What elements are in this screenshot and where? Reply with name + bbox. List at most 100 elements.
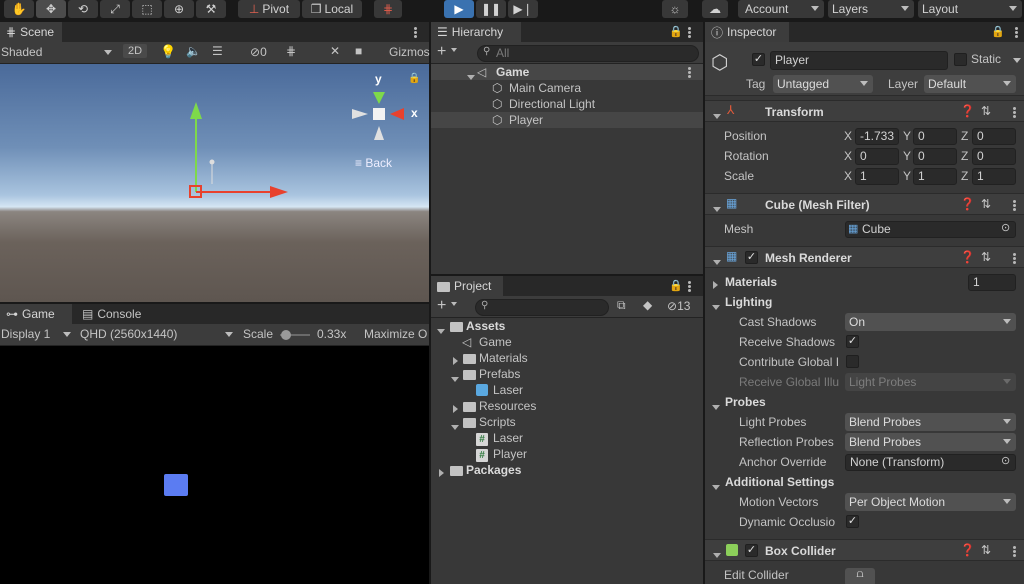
tools-icon[interactable]: ✕ [330,44,340,58]
contribute-gi-checkbox[interactable] [846,355,859,368]
materials-count-field[interactable]: 1 [968,274,1016,291]
active-checkbox[interactable]: ✓ [752,53,765,66]
scale-y-field[interactable]: 1 [913,168,957,185]
add-button[interactable]: + [437,43,446,61]
transform-header[interactable]: ⅄ Transform ❓ ⇅ [705,100,1024,122]
custom-tool-button[interactable]: ⚒ [196,0,226,18]
edit-collider-button[interactable]: ⩍ [845,568,875,584]
tree-item-player-script[interactable]: # Player [431,446,703,462]
dynamic-occlusion-checkbox[interactable]: ✓ [846,515,859,528]
2d-toggle-button[interactable]: 2D [123,44,148,58]
tab-inspector[interactable]: ⓘ Inspector [705,22,789,42]
lock-icon[interactable]: 🔒 [991,25,1005,38]
maximize-dropdown[interactable]: Maximize O [364,327,427,341]
tab-scene[interactable]: ⋕ Scene [0,22,62,42]
effects-toggle-icon[interactable]: ☰ [212,44,223,58]
add-button[interactable]: + [437,297,446,315]
y-axis-arrow[interactable] [190,102,202,119]
kebab-menu-icon[interactable] [1013,253,1016,264]
list-item[interactable]: ⬡ Main Camera [431,80,703,96]
list-item[interactable]: ⬡ Player [431,112,703,128]
reflection-probes-dropdown[interactable]: Blend Probes [845,433,1016,451]
lighting-toggle-icon[interactable]: 💡 [160,44,176,60]
hand-tool-button[interactable]: ✋ [4,0,34,18]
box-collider-enabled-checkbox[interactable]: ✓ [745,544,758,557]
scale-slider-thumb[interactable] [281,330,291,340]
services-button[interactable]: ☼ [662,0,688,18]
gizmos-dropdown[interactable]: Gizmos [389,45,430,59]
mesh-object-field[interactable]: Cube [845,221,1016,238]
mesh-renderer-enabled-checkbox[interactable]: ✓ [745,251,758,264]
cloud-button[interactable]: ☁ [702,0,728,18]
account-dropdown[interactable]: Account [738,0,824,18]
position-x-field[interactable]: -1.733 [855,128,899,145]
probes-foldout[interactable]: Probes [725,395,766,409]
lock-icon[interactable]: 🔒 [669,279,683,292]
kebab-menu-icon[interactable] [1015,27,1018,38]
tab-hierarchy[interactable]: ☰ Hierarchy [431,22,521,42]
scale-z-field[interactable]: 1 [972,168,1016,185]
scale-x-field[interactable]: 1 [855,168,899,185]
presets-icon[interactable]: ⇅ [981,250,991,264]
tree-item-resources[interactable]: Resources [431,398,703,414]
filter-by-type-icon[interactable]: ⧉ [617,298,626,313]
scene-viewport[interactable]: y x 🔒 ≡ Back [0,64,429,302]
tree-item-game[interactable]: ◁ Game [431,334,703,350]
display-dropdown[interactable]: Display 1 [1,327,50,341]
filter-by-label-icon[interactable]: ◆ [643,298,652,312]
receive-shadows-checkbox[interactable]: ✓ [846,335,859,348]
step-button[interactable]: ▶❘ [508,0,538,18]
hierarchy-scene-row[interactable]: ◁ Game [431,64,703,80]
presets-icon[interactable]: ⇅ [981,197,991,211]
resolution-dropdown[interactable]: QHD (2560x1440) [80,327,177,341]
anchor-override-field[interactable]: None (Transform) [845,454,1016,471]
scale-tool-button[interactable]: ⤢ [100,0,130,18]
project-search-input[interactable] [475,299,609,316]
tab-console[interactable]: ▤ Console [76,304,160,324]
lock-icon[interactable]: 🔒 [669,25,683,38]
kebab-menu-icon[interactable] [1013,546,1016,557]
tab-game[interactable]: ⊶ Game [0,304,72,324]
tree-item-scripts[interactable]: Scripts [431,414,703,430]
lighting-foldout[interactable]: Lighting [725,295,772,309]
camera-icon[interactable]: ■ [355,44,362,58]
tree-item-packages[interactable]: Packages [431,462,703,478]
local-button[interactable]: ❒ Local [302,0,362,18]
static-checkbox[interactable] [954,53,967,66]
tree-item-laser-script[interactable]: # Laser [431,430,703,446]
lock-icon[interactable]: 🔒 [408,73,420,84]
rect-tool-button[interactable]: ⬚ [132,0,162,18]
light-probes-dropdown[interactable]: Blend Probes [845,413,1016,431]
orientation-gizmo[interactable] [340,74,420,154]
pause-button[interactable]: ❚❚ [476,0,506,18]
tree-item-assets[interactable]: Assets [431,318,703,334]
additional-settings-foldout[interactable]: Additional Settings [725,475,834,489]
view-label[interactable]: ≡ Back [355,156,392,170]
kebab-menu-icon[interactable] [688,27,691,38]
presets-icon[interactable]: ⇅ [981,104,991,118]
mesh-filter-header[interactable]: ▦ Cube (Mesh Filter) ❓ ⇅ [705,193,1024,215]
x-axis-arrow[interactable] [270,186,288,198]
layer-dropdown[interactable]: Default [924,75,1016,93]
kebab-menu-icon[interactable] [414,27,417,38]
play-button[interactable]: ▶ [444,0,474,18]
hidden-packages-button[interactable]: ⊘13 [667,299,690,313]
help-icon[interactable]: ❓ [960,104,975,118]
kebab-menu-icon[interactable] [1013,200,1016,211]
rotation-x-field[interactable]: 0 [855,148,899,165]
tree-item-laser-prefab[interactable]: Laser [431,382,703,398]
kebab-menu-icon[interactable] [688,67,691,78]
position-y-field[interactable]: 0 [913,128,957,145]
move-tool-button[interactable]: ✥ [36,0,66,18]
object-picker-icon[interactable]: ⊙ [1001,221,1010,234]
tag-dropdown[interactable]: Untagged [773,75,873,93]
position-z-field[interactable]: 0 [972,128,1016,145]
transform-tool-button[interactable]: ⊕ [164,0,194,18]
layout-dropdown[interactable]: Layout [918,0,1022,18]
help-icon[interactable]: ❓ [960,543,975,557]
mesh-renderer-header[interactable]: ▦ ✓ Mesh Renderer ❓ ⇅ [705,246,1024,268]
hierarchy-search-input[interactable]: All [477,45,699,62]
cast-shadows-dropdown[interactable]: On [845,313,1016,331]
gameobject-icon[interactable]: ⬡ [711,50,728,75]
object-picker-icon[interactable]: ⊙ [1001,454,1010,467]
